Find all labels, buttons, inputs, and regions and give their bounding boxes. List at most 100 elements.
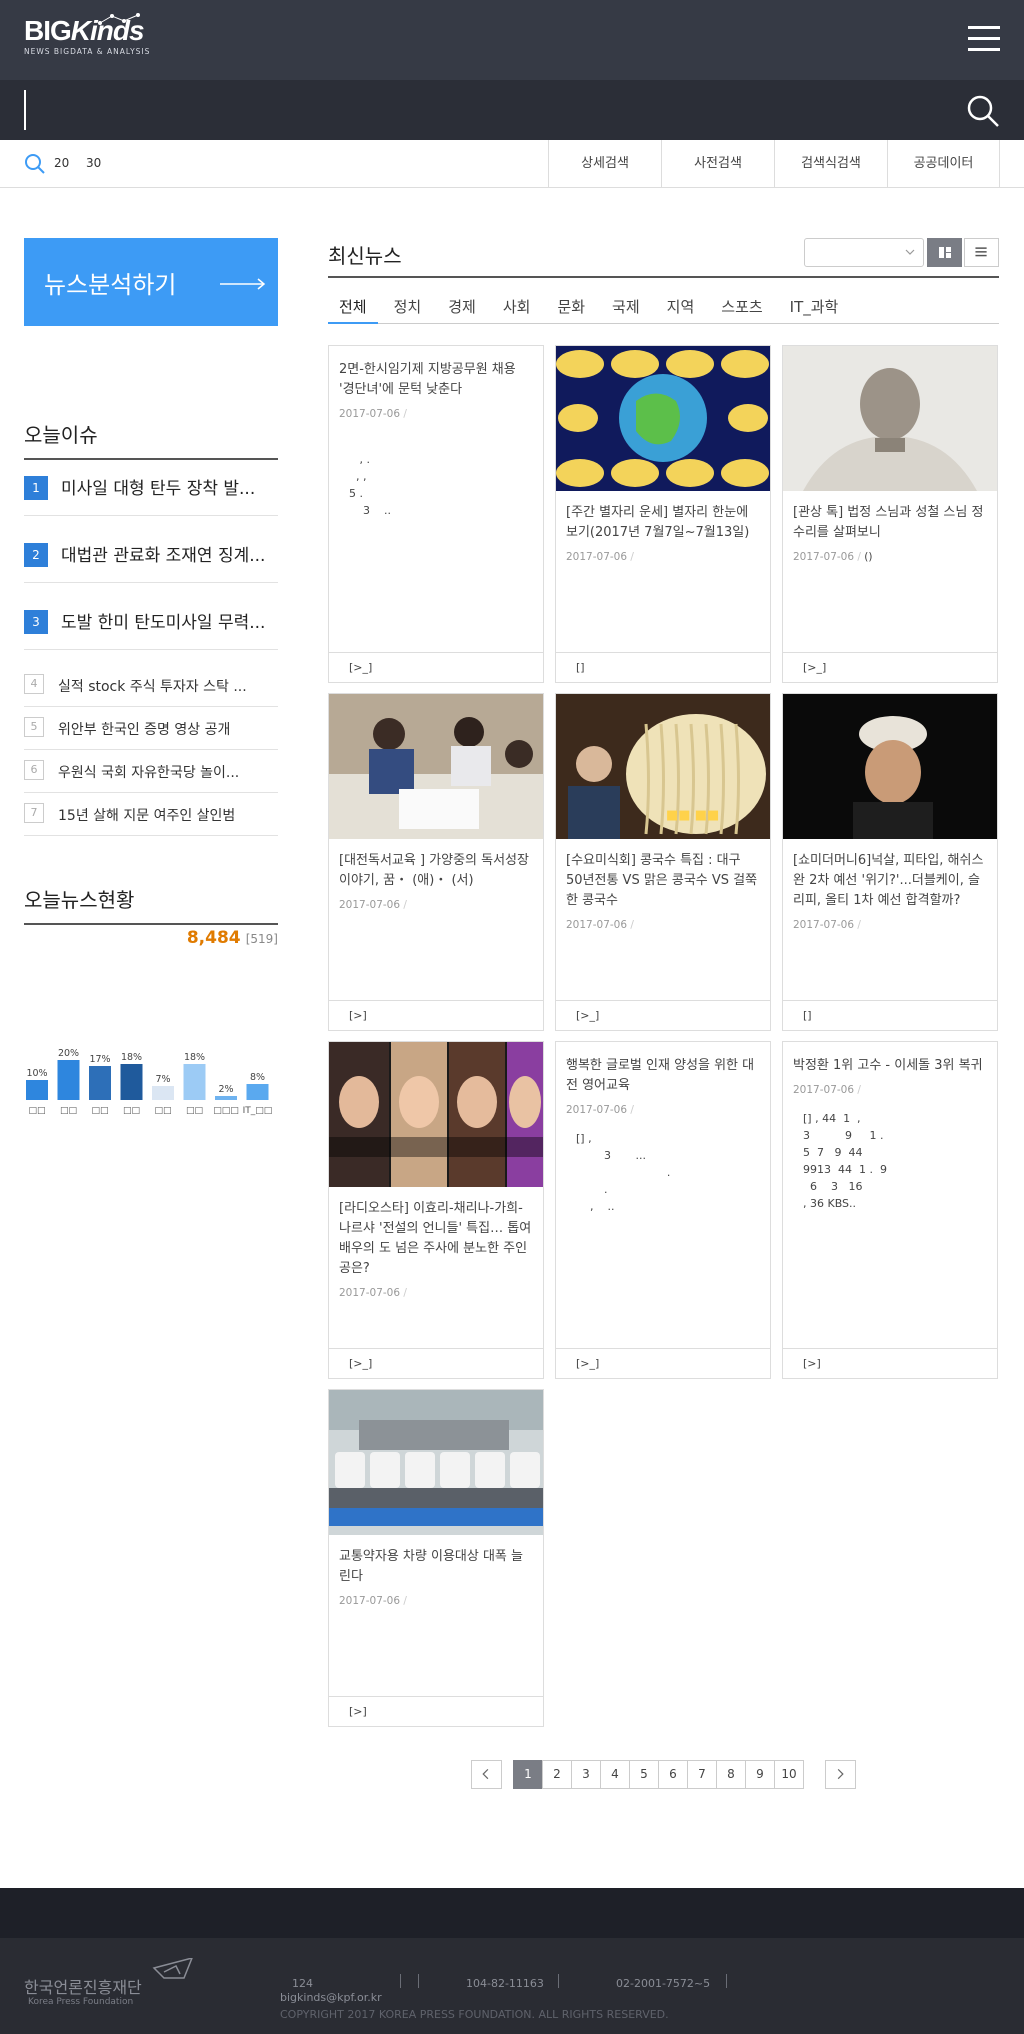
kpf-logo-name-en: Korea Press Foundation [28,1997,134,2007]
news-card-summary: , . , , 5 . 3 .. [349,453,391,517]
search-bar [0,80,1024,140]
chart-bar [152,1086,174,1100]
hamburger-menu-button[interactable] [968,26,1000,52]
page-button[interactable]: 5 [629,1760,659,1789]
keyword-link[interactable]: 30 [86,156,101,170]
news-card-date: 2017-07-06 / [566,919,634,931]
issue-text: 위안부 한국인 증명 영상 공개 [58,722,231,738]
tab-international[interactable]: 국제 [601,284,651,324]
tab-economy[interactable]: 경제 [437,284,487,324]
news-card-title: [쇼미더머니6]넉살, 피타입, 해쉬스완 2차 예선 '위기?'...더블케이… [793,853,984,908]
issue-item[interactable]: 1 미사일 대형 탄두 장착 발... [24,466,278,516]
news-card[interactable]: [쇼미더머니6]넉살, 피타입, 해쉬스완 2차 예선 '위기?'...더블케이… [782,693,998,1031]
news-card[interactable]: 박정환 1위 고수 - 이세돌 3위 복귀 2017-07-06 / [] , 44… [782,1041,998,1379]
chart-value-label: 7% [155,1074,170,1085]
news-card[interactable]: ■■ ■■ [수요미식회] 콩국수 특집 : 대구 50년전통 VS 맑은 콩국수… [555,693,771,1031]
news-count-total: 8,484 [186,928,241,948]
news-card[interactable]: [라디오스타] 이효리-채리나-가희-나르샤 '전설의 언니들' 특집… 톱여배… [328,1041,544,1379]
search-icon[interactable] [24,153,46,175]
prev-page-button[interactable] [471,1760,502,1789]
issue-text: 실적 stock 주식 투자자 스탁 ... [58,679,247,695]
top-header: BIGKinds NEWS BIGDATA & ANALYSIS [0,0,1024,80]
logo-tagline: NEWS BIGDATA & ANALYSIS [24,47,151,56]
list-view-button[interactable] [964,238,999,267]
kpf-logo-name: 한국언론진흥재단 [24,1978,142,1997]
chart-category-label: □□ [154,1106,171,1116]
search-input[interactable] [32,90,932,130]
divider [418,1974,419,1988]
tab-sports[interactable]: 스포츠 [710,284,773,324]
bigkinds-logo[interactable]: BIGKinds NEWS BIGDATA & ANALYSIS [24,13,151,56]
chart-bar [215,1096,237,1100]
news-thumbnail [329,1390,543,1535]
tab-politics[interactable]: 정치 [383,284,433,324]
sort-select[interactable] [804,238,924,267]
news-count: 8,484 [519] [24,928,278,948]
news-card-source: [>_] [329,1348,543,1378]
grid-view-button[interactable] [927,238,962,267]
issue-item[interactable]: 4 실적 stock 주식 투자자 스탁 ... [24,664,278,707]
chevron-right-icon [837,1768,844,1780]
issue-item[interactable]: 6 우원식 국회 자유한국당 놀이... [24,750,278,793]
chart-value-label: 10% [26,1068,47,1079]
chart-value-label: 17% [89,1054,110,1065]
issue-text: 대법관 관료화 조재연 징계... [61,546,266,566]
news-card-title: [대전독서교육 ] 가양중의 독서성장 이야기, 꿈・ (애)・ (서) [339,853,529,888]
issue-item[interactable]: 7 15년 살해 지문 여주인 살인범 [24,793,278,836]
next-page-button[interactable] [825,1760,856,1789]
chart-category-label: □□ [28,1106,45,1116]
news-card[interactable]: 행복한 글로벌 인재 양성을 위한 대전 영어교육 2017-07-06 / [] … [555,1041,771,1379]
page-button[interactable]: 10 [774,1760,804,1789]
news-card[interactable]: 교통약자용 차량 이용대상 대폭 늘린다 2017-07-06 / [>] [328,1389,544,1727]
news-card[interactable]: 2면-한시임기제 지방공무원 채용 '경단녀'에 문턱 낮춘다 2017-07-0… [328,345,544,683]
search-icon[interactable] [966,94,1000,128]
page-button[interactable]: 1 [513,1760,543,1789]
tab-all[interactable]: 전체 [328,284,378,324]
news-card-date: 2017-07-06 / [566,551,634,563]
news-card[interactable]: [관상 톡] 법정 스님과 성철 스님 정수리를 살펴보니 2017-07-06 … [782,345,998,683]
footer-email[interactable]: bigkinds@kpf.or.kr [280,1991,382,2004]
issue-rank: 5 [24,717,44,737]
category-tabs: 전체 정치 경제 사회 문화 국제 지역 스포츠 IT_과학 [328,284,999,324]
formula-search-link[interactable]: 검색식검색 [774,140,887,188]
tab-culture[interactable]: 문화 [546,284,596,324]
page-button[interactable]: 8 [716,1760,746,1789]
detail-search-link[interactable]: 상세검색 [548,140,661,188]
issue-item[interactable]: 5 위안부 한국인 증명 영상 공개 [24,707,278,750]
tab-society[interactable]: 사회 [492,284,542,324]
news-card-title: 2면-한시임기제 지방공무원 채용 '경단녀'에 문턱 낮춘다 [339,362,516,397]
page-button[interactable]: 7 [687,1760,717,1789]
chart-bar [26,1080,48,1100]
page-button[interactable]: 2 [542,1760,572,1789]
issue-rank: 2 [24,543,48,567]
divider [328,276,999,278]
news-card[interactable]: [대전독서교육 ] 가양중의 독서성장 이야기, 꿈・ (애)・ (서) 2017… [328,693,544,1031]
news-card-source: [>] [783,1348,997,1378]
issue-item[interactable]: 2 대법관 관료화 조재연 징계... [24,533,278,583]
dictionary-search-link[interactable]: 사전검색 [661,140,774,188]
public-data-link[interactable]: 공공데이터 [887,140,1000,188]
page-button[interactable]: 4 [600,1760,630,1789]
kpf-logo[interactable]: 한국언론진흥재단 Korea Press Foundation [24,1956,204,2008]
news-card-source: [>_] [556,1348,770,1378]
page-button[interactable]: 3 [571,1760,601,1789]
news-count-sub: [519] [245,932,278,946]
page-button[interactable]: 6 [658,1760,688,1789]
chevron-down-icon [905,249,915,255]
news-card-title: 행복한 글로벌 인재 양성을 위한 대전 영어교육 [566,1058,755,1093]
page-button[interactable]: 9 [745,1760,775,1789]
sub-navigation: 20 30 상세검색 사전검색 검색식검색 공공데이터 [0,140,1024,188]
news-thumbnail [783,346,997,491]
tab-it-science[interactable]: IT_과학 [779,284,850,324]
news-card-title: [관상 톡] 법정 스님과 성철 스님 정수리를 살펴보니 [793,505,984,540]
chart-bar [246,1084,269,1100]
issue-item[interactable]: 3 도발 한미 탄도미사일 무력... [24,600,278,650]
footer-phone: 02-2001-7572~5 [616,1977,711,1990]
today-issues-title: 오늘이슈 [24,419,278,460]
issue-rank: 6 [24,760,44,780]
news-analysis-button[interactable]: 뉴스분석하기 [24,238,278,326]
news-card[interactable]: [주간 별자리 운세] 별자리 한눈에 보기(2017년 7월7일~7월13일)… [555,345,771,683]
footer-bar [0,1888,1024,1938]
tab-region[interactable]: 지역 [656,284,706,324]
keyword-link[interactable]: 20 [54,156,69,170]
